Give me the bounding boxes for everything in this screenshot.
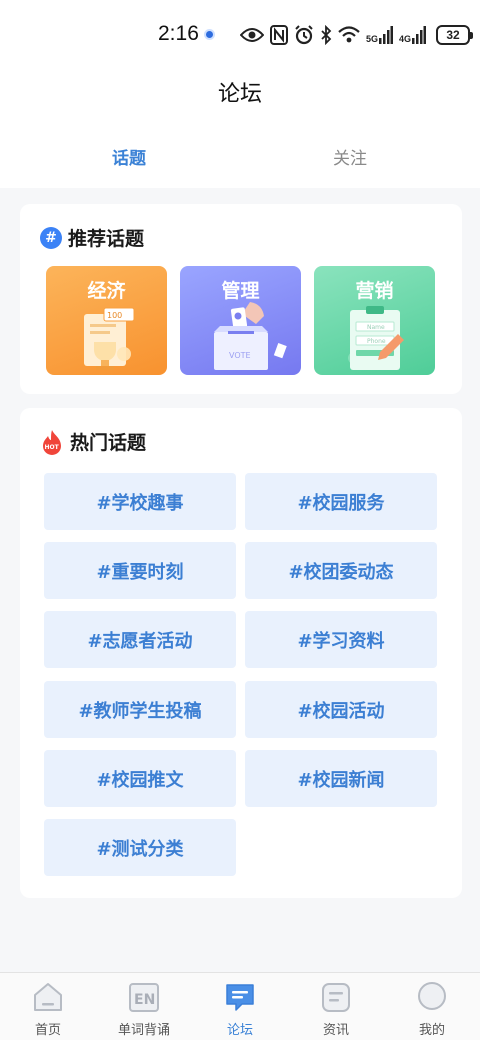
signal-4g-label: 4G <box>399 34 412 44</box>
topic-tag[interactable]: #校园推文 <box>44 750 236 807</box>
recommended-topics-card: # 推荐话题 经济 100 管理 VOTE 营销 Name Phone <box>20 204 462 394</box>
nav-item-profile[interactable]: 我的 <box>384 981 480 1038</box>
hot-fire-icon: HOT <box>43 429 61 455</box>
bottom-nav: 首页 EN 单词背诵 论坛 资讯 我的 <box>0 972 480 1040</box>
topic-tile-management[interactable]: 管理 VOTE <box>180 266 301 375</box>
topic-label-marketing: 营销 <box>355 280 394 302</box>
form-name-text: Name <box>367 324 385 331</box>
header: 论坛 话题 关注 <box>0 64 480 188</box>
topic-tile-economy[interactable]: 经济 100 <box>46 266 167 375</box>
clipboard-form-icon: Name Phone <box>348 306 404 370</box>
hot-icon-text: HOT <box>45 444 60 451</box>
topic-tag[interactable]: #学校趣事 <box>44 473 236 530</box>
hot-topics-title: 热门话题 <box>70 432 147 454</box>
signal-4g-icon: 4G <box>399 26 427 44</box>
topic-tag[interactable]: #校园活动 <box>245 681 437 738</box>
eye-icon <box>240 28 264 42</box>
signal-5g-icon: 5G <box>366 26 394 44</box>
topic-label-economy: 经济 <box>87 280 126 302</box>
nfc-icon <box>270 25 288 45</box>
nav-item-home[interactable]: 首页 <box>0 981 96 1038</box>
status-time: 2:16 <box>158 22 199 45</box>
hot-topics-card: HOT 热门话题 #学校趣事 #校园服务 #重要时刻 #校团委动态 #志愿者活动… <box>20 408 462 898</box>
topic-tile-marketing[interactable]: 营销 Name Phone <box>314 266 435 375</box>
topic-tag[interactable]: #重要时刻 <box>44 542 236 599</box>
news-icon <box>322 983 350 1012</box>
notification-dot-icon <box>204 29 215 40</box>
battery-icon: 32 <box>436 25 474 45</box>
en-book-text: EN <box>134 992 155 1008</box>
ballot-box-icon: VOTE <box>214 302 287 370</box>
nav-item-forum[interactable]: 论坛 <box>192 981 288 1038</box>
en-book-icon: EN <box>129 983 159 1012</box>
form-phone-text: Phone <box>367 338 386 345</box>
topic-tag[interactable]: #志愿者活动 <box>44 611 236 668</box>
hash-icon: # <box>40 226 62 249</box>
nav-label-words: 单词背诵 <box>117 1023 170 1038</box>
topic-tag[interactable]: #校团委动态 <box>245 542 437 599</box>
nav-item-news[interactable]: 资讯 <box>288 981 384 1038</box>
home-icon <box>34 983 62 1011</box>
topic-tag[interactable]: #校园服务 <box>245 473 437 530</box>
topic-tag[interactable]: #测试分类 <box>44 819 236 876</box>
recommended-topics-header: # 推荐话题 <box>40 224 144 251</box>
signal-5g-label: 5G <box>366 34 379 44</box>
vote-text: VOTE <box>229 351 251 360</box>
page-title: 论坛 <box>217 82 262 107</box>
nav-item-words[interactable]: EN 单词背诵 <box>96 981 192 1038</box>
topic-label-management: 管理 <box>221 280 260 302</box>
alarm-icon <box>295 25 313 45</box>
hot-topics-header: HOT 热门话题 <box>40 428 146 455</box>
nav-label-profile: 我的 <box>418 1023 445 1038</box>
status-icons: 5G 4G 32 <box>240 22 474 48</box>
recommended-topics-title: 推荐话题 <box>68 228 145 250</box>
wifi-icon <box>338 26 360 43</box>
nav-label-forum: 论坛 <box>226 1023 253 1038</box>
profile-icon <box>418 982 446 1010</box>
topic-tag[interactable]: #校园新闻 <box>245 750 437 807</box>
tab-topics[interactable]: 话题 <box>112 144 146 169</box>
nav-label-home: 首页 <box>34 1023 61 1038</box>
trophy-document-icon: 100 <box>84 307 135 370</box>
tab-follow[interactable]: 关注 <box>333 144 367 169</box>
economy-badge-text: 100 <box>107 311 122 320</box>
bluetooth-icon <box>321 25 332 45</box>
topic-tag[interactable]: #学习资料 <box>245 611 437 668</box>
topic-tag[interactable]: #教师学生投稿 <box>44 681 236 738</box>
forum-chat-icon <box>226 984 254 1011</box>
status-bar: 2:16 5G 4G 32 <box>0 0 480 64</box>
nav-label-news: 资讯 <box>322 1023 349 1038</box>
